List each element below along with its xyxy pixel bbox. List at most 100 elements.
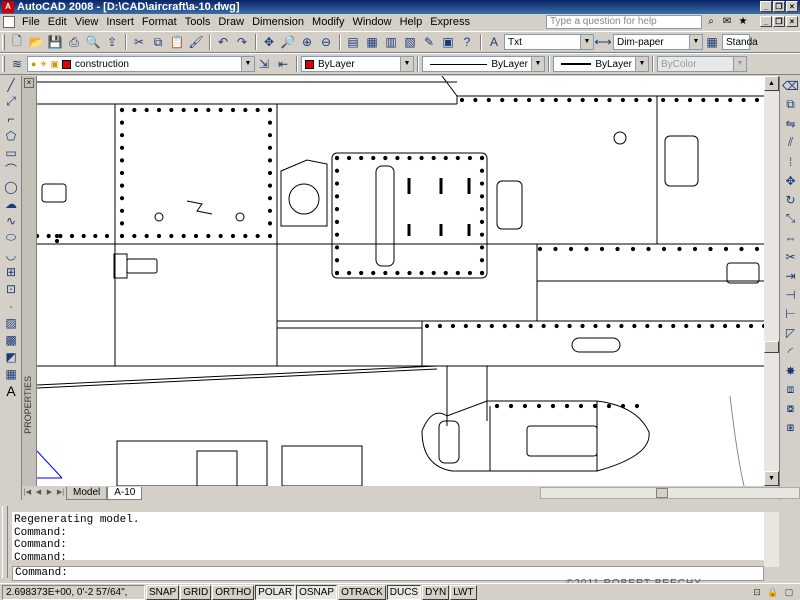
break-icon[interactable]: ⊣ [781, 285, 800, 304]
polar-toggle[interactable]: POLAR [255, 584, 296, 600]
point-icon[interactable]: · [1, 297, 21, 314]
draw-order-icon[interactable]: ⧈ [781, 380, 800, 399]
polygon-icon[interactable]: ⬠ [1, 127, 21, 144]
menu-window[interactable]: Window [348, 16, 395, 28]
doc-close-button[interactable]: × [786, 16, 798, 27]
move-icon[interactable]: ✥ [781, 171, 800, 190]
circle-icon[interactable]: ◯ [1, 178, 21, 195]
offset-icon[interactable]: ⫽ [781, 133, 800, 152]
insert-block-icon[interactable]: ⊞ [1, 263, 21, 280]
region-icon[interactable]: ◩ [1, 348, 21, 365]
gradient-icon[interactable]: ▩ [1, 331, 21, 348]
trim-icon[interactable]: ✂ [781, 247, 800, 266]
text-style-icon[interactable]: A [485, 33, 503, 51]
ellipse-icon[interactable]: ⬭ [1, 229, 21, 246]
ortho-toggle[interactable]: ORTHO [212, 584, 255, 600]
extend-icon[interactable]: ⇥ [781, 266, 800, 285]
menu-modify[interactable]: Modify [308, 16, 348, 28]
line-icon[interactable]: ╱ [1, 76, 21, 93]
design-center-icon[interactable]: ▦ [363, 33, 381, 51]
communication-center-icon[interactable]: ✉ [720, 15, 734, 28]
ducs-toggle[interactable]: DUCS [386, 584, 422, 600]
match-properties-icon[interactable]: 🖌 [187, 33, 205, 51]
menu-help[interactable]: Help [396, 16, 427, 28]
save-icon[interactable]: 💾 [46, 33, 64, 51]
rectangle-icon[interactable]: ▭ [1, 144, 21, 161]
scroll-up-button[interactable]: ▲ [764, 76, 779, 91]
menu-tools[interactable]: Tools [181, 16, 215, 28]
chamfer-icon[interactable]: ◸ [781, 323, 800, 342]
table-style-icon[interactable]: ▦ [703, 33, 721, 51]
chevron-down-icon[interactable]: ▼ [580, 35, 593, 49]
help-search-input[interactable]: Type a question for help [546, 15, 702, 29]
markup-icon[interactable]: ✎ [420, 33, 438, 51]
chevron-down-icon[interactable]: ▼ [635, 57, 648, 71]
properties-palette-strip[interactable]: × PROPERTIES [22, 76, 37, 486]
new-icon[interactable]: 🗋 [8, 33, 26, 51]
dyn-toggle[interactable]: DYN [422, 584, 450, 600]
rotate-icon[interactable]: ↻ [781, 190, 800, 209]
linetype-dropdown[interactable]: ByLayer ▼ [422, 56, 545, 72]
construction-line-icon[interactable]: ⤢ [1, 93, 21, 110]
restore-button[interactable]: ❐ [773, 1, 785, 12]
lock-icon[interactable]: 🔒 [766, 585, 780, 599]
layer-dropdown[interactable]: ● ☀ ▣ construction ▼ [27, 56, 255, 72]
zoom-window-icon[interactable]: ⊕ [298, 33, 316, 51]
grid-toggle[interactable]: GRID [180, 584, 212, 600]
menu-dimension[interactable]: Dimension [248, 16, 308, 28]
scale-icon[interactable]: ⤡ [781, 209, 800, 228]
lineweight-dropdown[interactable]: ByLayer ▼ [553, 56, 649, 72]
document-icon[interactable] [3, 16, 15, 28]
multiline-text-icon[interactable]: A [1, 382, 21, 399]
minimize-button[interactable]: _ [760, 1, 772, 12]
calculator-icon[interactable]: ▣ [439, 33, 457, 51]
close-icon[interactable]: × [24, 78, 34, 88]
table-style-dropdown[interactable]: Standa [722, 34, 758, 50]
tab-a10-layout[interactable]: A-10 [107, 486, 143, 500]
menu-edit[interactable]: Edit [44, 16, 71, 28]
make-block-icon[interactable]: ⊡ [1, 280, 21, 297]
doc-minimize-button[interactable]: _ [760, 16, 772, 27]
scroll-thumb[interactable] [764, 341, 779, 353]
menu-express[interactable]: Express [426, 16, 474, 28]
polyline-icon[interactable]: ⌐ [1, 110, 21, 127]
open-icon[interactable]: 📂 [27, 33, 45, 51]
zoom-realtime-icon[interactable]: 🔎 [279, 33, 297, 51]
erase-icon[interactable]: ⌫ [781, 76, 800, 95]
last-tab-icon[interactable]: ▶| [55, 487, 66, 499]
explode-icon[interactable]: ✸ [781, 361, 800, 380]
tool-palettes-icon[interactable]: ▥ [382, 33, 400, 51]
color-dropdown[interactable]: ByLayer ▼ [301, 56, 414, 72]
print-icon[interactable]: ⎙ [65, 33, 83, 51]
copy-object-icon[interactable]: ⧉ [781, 95, 800, 114]
next-tab-icon[interactable]: ▶ [44, 487, 55, 499]
sun-icon[interactable]: ☀ [39, 59, 47, 70]
table-icon[interactable]: ▦ [1, 365, 21, 382]
menu-format[interactable]: Format [138, 16, 181, 28]
mirror-icon[interactable]: ⇋ [781, 114, 800, 133]
menu-draw[interactable]: Draw [214, 16, 248, 28]
plot-preview-icon[interactable]: 🔍 [84, 33, 102, 51]
text-style-dropdown[interactable]: Txt ▼ [504, 34, 594, 50]
menu-insert[interactable]: Insert [102, 16, 138, 28]
chevron-down-icon[interactable]: ▼ [531, 57, 544, 71]
tab-model[interactable]: Model [66, 486, 108, 500]
array-icon[interactable]: ⁞ [781, 152, 800, 171]
favorites-icon[interactable]: ★ [736, 15, 750, 28]
toolbar-grip[interactable] [2, 34, 5, 50]
cut-icon[interactable]: ✂ [130, 33, 148, 51]
plotstyle-dropdown[interactable]: ByColor ▼ [657, 56, 747, 72]
arc-icon[interactable]: ⌒ [1, 161, 21, 178]
doc-restore-button[interactable]: ❐ [773, 16, 785, 27]
sheet-set-icon[interactable]: ▧ [401, 33, 419, 51]
chevron-down-icon[interactable]: ▼ [689, 35, 702, 49]
command-scrollbar[interactable] [764, 512, 779, 567]
join-icon[interactable]: ⊢ [781, 304, 800, 323]
search-icon[interactable]: ⌕ [704, 15, 718, 28]
snap-toggle[interactable]: SNAP [146, 584, 180, 600]
layer-previous-icon[interactable]: ⇤ [274, 55, 292, 73]
ellipse-arc-icon[interactable]: ◡ [1, 246, 21, 263]
help-icon[interactable]: ? [458, 33, 476, 51]
chevron-down-icon[interactable]: ▼ [241, 57, 254, 71]
bring-front-icon[interactable]: ⧇ [781, 399, 800, 418]
